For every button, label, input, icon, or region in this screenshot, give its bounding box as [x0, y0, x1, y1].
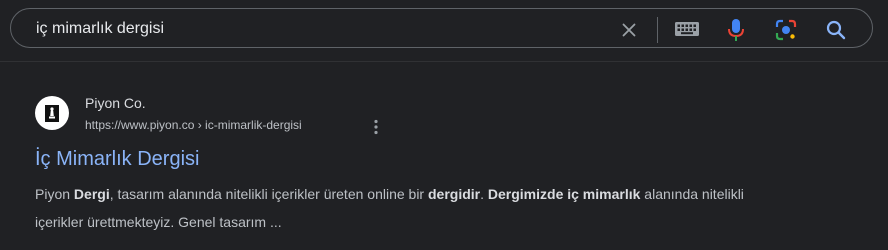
- lens-icon[interactable]: [774, 18, 798, 42]
- snippet-highlight: dergidir: [427, 186, 481, 202]
- snippet-text: Piyon: [35, 186, 74, 202]
- search-header: iç mimarlık dergisi: [0, 0, 888, 62]
- site-favicon[interactable]: [35, 96, 69, 130]
- search-bar[interactable]: iç mimarlık dergisi: [10, 8, 873, 48]
- site-name[interactable]: Piyon Co.: [85, 93, 146, 113]
- url-path: › ic-mimarlik-dergisi: [194, 118, 302, 132]
- search-icon[interactable]: [824, 18, 848, 42]
- keyboard-icon[interactable]: [673, 18, 701, 40]
- search-input[interactable]: iç mimarlık dergisi: [36, 19, 164, 39]
- snippet-highlight: Dergi: [73, 186, 110, 202]
- mic-icon[interactable]: [725, 17, 747, 43]
- close-icon[interactable]: [618, 19, 640, 41]
- pawn-logo-icon: [45, 105, 59, 122]
- result-snippet: Piyon Dergi, tasarım alanında nitelikli …: [35, 180, 755, 236]
- site-url[interactable]: https://www.piyon.co › ic-mimarlik-dergi…: [85, 116, 302, 134]
- divider: [657, 17, 658, 43]
- snippet-text: .: [480, 186, 488, 202]
- url-base: https://www.piyon.co: [85, 118, 195, 132]
- more-vert-icon[interactable]: [370, 118, 382, 136]
- snippet-text: , tasarım alanında nitelikli içerikler ü…: [109, 186, 428, 202]
- snippet-highlight: Dergimizde iç mimarlık: [487, 186, 641, 202]
- result-title-link[interactable]: İç Mimarlık Dergisi: [35, 146, 199, 172]
